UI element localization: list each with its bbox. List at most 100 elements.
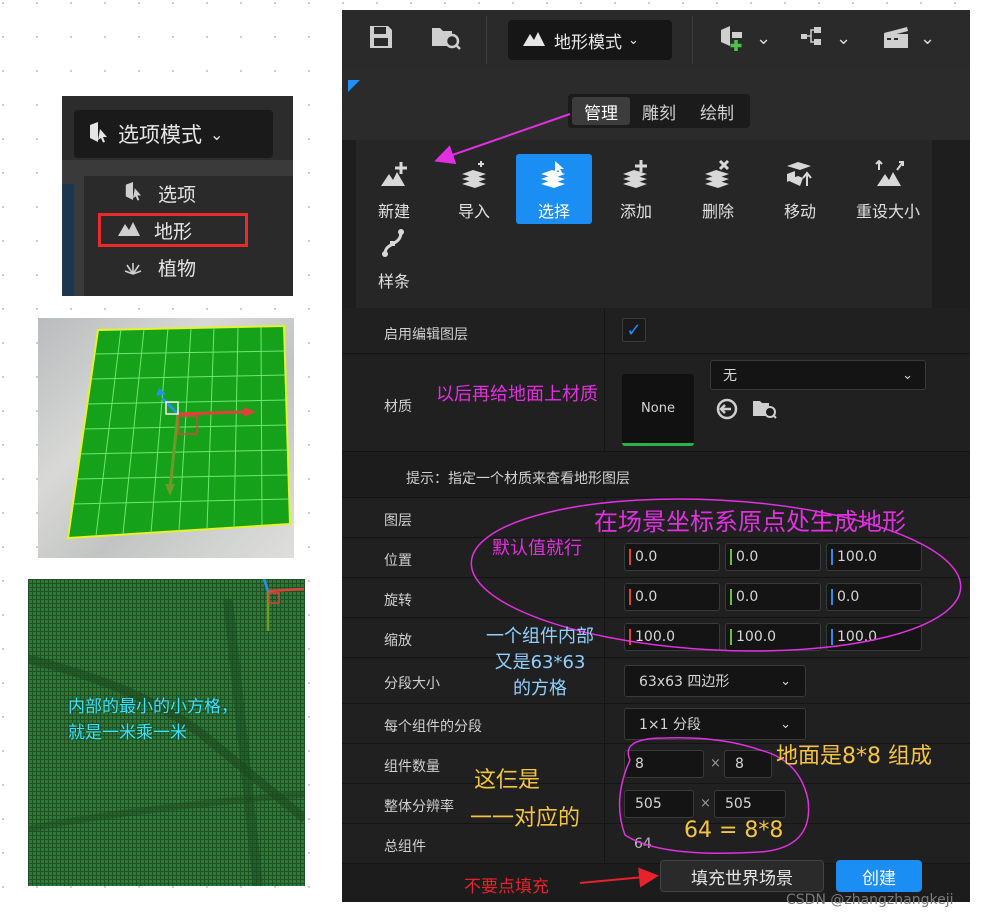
watermark: CSDN @zhangzhangkeji: [786, 892, 954, 908]
row-scale: 缩放 100.0 100.0 100.0: [342, 618, 970, 658]
grid-annotation-line: 就是一米乘一米: [68, 723, 187, 743]
tool-resize[interactable]: 重设大小: [844, 158, 932, 224]
z-axis-marker: [831, 589, 833, 605]
chevron-down-icon: ⌄: [628, 32, 639, 48]
scale-z-input[interactable]: 100.0: [826, 623, 922, 651]
row-label: 组件数量: [384, 759, 440, 775]
material-thumbnail[interactable]: None: [622, 374, 694, 446]
tab-manage[interactable]: 管理: [572, 97, 630, 125]
mode-menu: 选项 地形 植物: [84, 176, 293, 296]
location-y-value: 0.0: [736, 549, 759, 565]
landscape-icon: [116, 219, 142, 241]
save-icon[interactable]: [368, 24, 394, 56]
row-divider: [604, 784, 605, 823]
tool-import[interactable]: 导入: [436, 158, 512, 224]
overall-resolution-x-input[interactable]: 505: [624, 790, 694, 818]
tool-move[interactable]: 移动: [762, 158, 838, 224]
scale-x-value: 100.0: [635, 629, 676, 645]
tab-paint[interactable]: 绘制: [688, 97, 746, 125]
correspond-note-line: 这仨是: [474, 768, 541, 793]
scale-y-input[interactable]: 100.0: [725, 623, 821, 651]
x-axis-marker: [629, 589, 631, 605]
row-divider: [604, 538, 605, 577]
row-rotation: 旋转 0.0 0.0 0.0: [342, 578, 970, 618]
tool-new[interactable]: 新建: [356, 158, 432, 224]
x-axis-marker: [629, 629, 631, 645]
row-section-size: 分段大小 63x63 四边形 ⌄: [342, 658, 970, 704]
tool-label: 重设大小: [855, 202, 920, 221]
z-axis-marker: [831, 629, 833, 645]
location-z-input[interactable]: 100.0: [826, 543, 922, 571]
tool-label: 新建: [377, 202, 410, 221]
location-x-input[interactable]: 0.0: [624, 543, 720, 571]
tool-add[interactable]: 添加: [598, 158, 674, 224]
row-label: 每个组件的分段: [384, 719, 482, 735]
sections-per-component-select[interactable]: 1×1 分段 ⌄: [624, 708, 806, 740]
correspond-note-line: 一一对应的: [470, 806, 581, 831]
material-select-value: 无: [723, 368, 737, 384]
component-note-line: 一个组件内部: [486, 626, 594, 647]
tool-select[interactable]: 选择: [516, 154, 592, 224]
toolbar-separator: [692, 16, 693, 64]
mode-item-select[interactable]: 选项: [84, 176, 293, 210]
location-y-input[interactable]: 0.0: [725, 543, 821, 571]
mode-item-label: 植物: [158, 257, 197, 280]
rotation-y-input[interactable]: 0.0: [725, 583, 821, 611]
fill-world-button[interactable]: 填充世界场景: [660, 860, 824, 892]
row-divider: [604, 658, 605, 703]
blueprint-icon[interactable]: [800, 24, 832, 54]
scale-y-value: 100.0: [736, 629, 777, 645]
mode-item-foliage[interactable]: 植物: [84, 250, 293, 284]
default-note: 默认值就行: [492, 538, 582, 559]
corner-marker: [348, 80, 360, 92]
location-z-value: 100.0: [837, 549, 878, 565]
mode-item-landscape[interactable]: 地形: [98, 213, 248, 247]
chevron-down-icon[interactable]: ⌄: [756, 28, 771, 49]
rotation-z-input[interactable]: 0.0: [826, 583, 922, 611]
section-size-select[interactable]: 63x63 四边形 ⌄: [624, 665, 806, 697]
mode-dropdown-button[interactable]: 选项模式 ⌄: [74, 110, 273, 158]
add-actor-icon[interactable]: [718, 24, 748, 58]
browse-folder-icon[interactable]: [430, 24, 462, 56]
mode-tabs: 管理 雕刻 绘制: [568, 94, 750, 128]
section-size-value: 63x63 四边形: [639, 674, 730, 690]
mode-select-label: 地形模式: [554, 32, 622, 53]
component-count-y-input[interactable]: 8: [724, 750, 772, 778]
row-enable-edit-layers: 启用编辑图层 ✓: [342, 308, 970, 354]
tool-label: 样条: [377, 272, 410, 291]
component-count-x-input[interactable]: 8: [624, 750, 704, 778]
y-axis-marker: [730, 629, 732, 645]
row-label: 启用编辑图层: [384, 327, 468, 343]
browse-asset-icon[interactable]: [752, 398, 778, 425]
overall-resolution-y-value: 505: [725, 796, 752, 812]
material-select[interactable]: 无 ⌄: [710, 360, 926, 390]
overall-resolution-y-input[interactable]: 505: [714, 790, 786, 818]
z-axis-marker: [831, 549, 833, 565]
mode-dropdown-label: 选项模式: [118, 123, 202, 147]
row-divider: [604, 308, 605, 353]
tool-spline[interactable]: 样条: [356, 228, 432, 294]
grid-annotation-line: 内部的最小的小方格，: [68, 697, 238, 717]
row-label: 图层: [384, 513, 412, 529]
new-landscape-icon: [379, 160, 409, 194]
create-button[interactable]: 创建: [836, 860, 922, 892]
rotation-x-value: 0.0: [635, 589, 658, 605]
chevron-down-icon[interactable]: ⌄: [836, 28, 851, 49]
location-x-value: 0.0: [635, 549, 658, 565]
tab-bar: 管理 雕刻 绘制: [342, 70, 970, 140]
row-divider: [604, 704, 605, 743]
tool-delete[interactable]: 删除: [680, 158, 756, 224]
chevron-down-icon[interactable]: ⌄: [920, 28, 935, 49]
cinematics-icon[interactable]: [882, 24, 912, 56]
landscape-mode-select[interactable]: 地形模式 ⌄: [508, 20, 672, 60]
scale-x-input[interactable]: 100.0: [624, 623, 720, 651]
landscape-icon: [522, 29, 546, 52]
sections-per-component-value: 1×1 分段: [639, 717, 701, 733]
use-selected-asset-icon[interactable]: [716, 398, 738, 425]
enable-edit-layers-checkbox[interactable]: ✓: [622, 318, 646, 342]
mode-dropdown-panel: 选项模式 ⌄ 选项 地形 植物: [62, 96, 293, 296]
rotation-x-input[interactable]: 0.0: [624, 583, 720, 611]
tab-sculpt[interactable]: 雕刻: [630, 97, 688, 125]
times-symbol: ×: [700, 796, 711, 811]
foliage-icon: [120, 255, 146, 279]
